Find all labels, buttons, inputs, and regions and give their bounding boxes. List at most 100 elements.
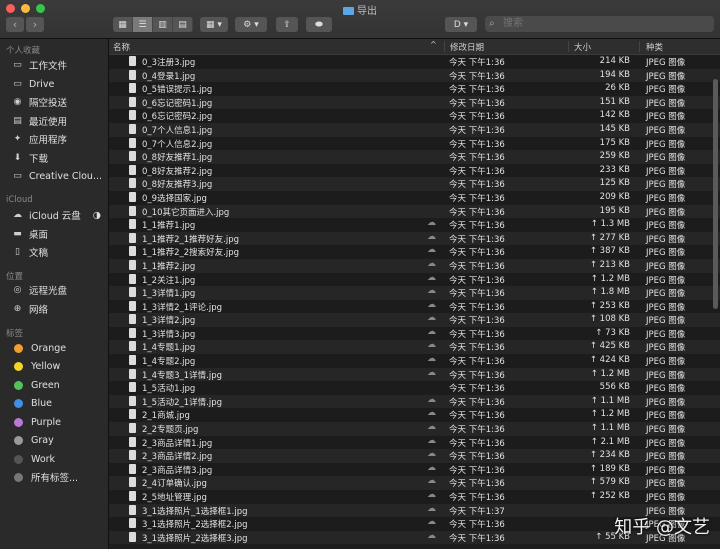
sidebar-item-airdrop[interactable]: ◉ 隔空投送 (12, 94, 67, 110)
file-size: ↑ 1.3 MB (590, 219, 630, 230)
sidebar-item-work-files[interactable]: ▭ 工作文件 (12, 57, 67, 73)
folder-icon: ▭ (13, 171, 22, 181)
sidebar-item-creative-cloud[interactable]: ▭ Creative Clou... (12, 168, 102, 184)
search-input[interactable] (501, 17, 705, 30)
file-date: 今天 下午1:36 (449, 193, 505, 204)
file-size: ↑ 1.8 MB (590, 287, 630, 298)
scrollbar[interactable] (713, 79, 718, 309)
gallery-view-button[interactable]: ▤ (173, 17, 193, 32)
file-date: 今天 下午1:37 (449, 506, 505, 517)
sidebar-all-tags[interactable]: 所有标签... (12, 469, 78, 485)
table-row[interactable]: 1_3详情2.jpg ☁ 今天 下午1:36 ↑ 108 KB JPEG 图像 (109, 313, 720, 327)
list-view-button[interactable]: ☰ (133, 17, 153, 32)
table-row[interactable]: 0_8好友推荐1.jpg 今天 下午1:36 259 KB JPEG 图像 (109, 150, 720, 164)
sidebar-item-recents[interactable]: ▤ 最近使用 (12, 113, 67, 129)
sidebar-item-downloads[interactable]: ⬇ 下载 (12, 150, 48, 166)
file-icon (129, 110, 136, 121)
tag-dot-icon (14, 454, 23, 464)
action-button[interactable]: ⚙ ▾ (235, 17, 267, 32)
file-name: 3_1选择照片_2选择框3.jpg (142, 533, 248, 544)
sidebar-item-documents[interactable]: ▯ 文稿 (12, 244, 48, 260)
tag-dot-icon (14, 472, 23, 482)
table-row[interactable]: 2_4订单确认.jpg ☁ 今天 下午1:36 ↑ 579 KB JPEG 图像 (109, 476, 720, 490)
table-row[interactable]: 0_8好友推荐2.jpg 今天 下午1:36 233 KB JPEG 图像 (109, 163, 720, 178)
table-row[interactable]: 1_3详情1.jpg ☁ 今天 下午1:36 ↑ 1.8 MB JPEG 图像 (109, 286, 720, 300)
file-size: ↑ 73 KB (595, 327, 630, 338)
sidebar-item-remote-disc[interactable]: ◎ 远程光盘 (12, 282, 67, 298)
table-row[interactable]: 0_9选择国家.jpg 今天 下午1:36 209 KB JPEG 图像 (109, 190, 720, 205)
sidebar-item-desktop[interactable]: ▬ 桌面 (12, 226, 48, 242)
file-date: 今天 下午1:36 (449, 357, 505, 368)
file-size: 194 KB (599, 69, 630, 80)
table-row[interactable]: 0_6忘记密码1.jpg 今天 下午1:36 151 KB JPEG 图像 (109, 95, 720, 110)
cloud-icon: ☁ (427, 354, 436, 365)
table-row[interactable]: 1_1推荐2_2搜索好友.jpg ☁ 今天 下午1:36 ↑ 387 KB JPEG 图… (109, 245, 720, 259)
table-row[interactable]: 0_7个人信息1.jpg 今天 下午1:36 145 KB JPEG 图像 (109, 122, 720, 137)
sidebar-tag-orange[interactable]: Orange (12, 340, 66, 356)
file-date: 今天 下午1:36 (449, 289, 505, 300)
sidebar-tag-gray[interactable]: Gray (12, 432, 54, 448)
column-divider[interactable] (444, 41, 445, 52)
table-row[interactable]: 1_1推荐1.jpg ☁ 今天 下午1:36 ↑ 1.3 MB JPEG 图像 (109, 218, 720, 232)
sidebar-tag-work[interactable]: Work (12, 451, 55, 467)
column-size[interactable]: 大小 (574, 41, 591, 53)
table-row[interactable]: 0_8好友推荐3.jpg 今天 下午1:36 125 KB JPEG 图像 (109, 177, 720, 191)
tag-dot-icon (14, 417, 23, 427)
cloud-icon: ☁ (427, 517, 436, 528)
sidebar-tag-green[interactable]: Green (12, 377, 60, 393)
table-row[interactable]: 2_2专题页.jpg ☁ 今天 下午1:36 ↑ 1.1 MB JPEG 图像 (109, 422, 720, 436)
sidebar-item-drive[interactable]: ▭ Drive (12, 76, 54, 92)
file-kind: JPEG 图像 (646, 180, 686, 191)
group-button[interactable]: ▦ ▾ (200, 17, 228, 32)
file-date: 今天 下午1:36 (449, 316, 505, 327)
table-row[interactable]: 1_5活动2_1详情.jpg ☁ 今天 下午1:36 ↑ 1.1 MB JPEG 图像 (109, 394, 720, 409)
table-row[interactable]: 1_4专题2.jpg ☁ 今天 下午1:36 ↑ 424 KB JPEG 图像 (109, 354, 720, 368)
file-name: 0_7个人信息1.jpg (142, 125, 213, 136)
icon-view-button[interactable]: ▦ (113, 17, 133, 32)
column-view-button[interactable]: ▥ (153, 17, 173, 32)
tag-button[interactable]: ⬬ (306, 17, 332, 32)
column-name[interactable]: 名称 (113, 41, 130, 53)
table-row[interactable]: 1_3详情2_1评论.jpg ☁ 今天 下午1:36 ↑ 253 KB JPEG 图像 (109, 299, 720, 314)
sidebar-tag-purple[interactable]: Purple (12, 414, 61, 430)
sidebar-tag-blue[interactable]: Blue (12, 395, 52, 411)
table-row[interactable]: 1_4专题3_1详情.jpg ☁ 今天 下午1:36 ↑ 1.2 MB JPEG 图像 (109, 367, 720, 382)
airdrop-icon: ◉ (13, 97, 22, 107)
sidebar-item-applications[interactable]: ✦ 应用程序 (12, 131, 67, 147)
table-row[interactable]: 1_2关注1.jpg ☁ 今天 下午1:36 ↑ 1.2 MB JPEG 图像 (109, 272, 720, 287)
forward-button[interactable]: › (26, 17, 44, 32)
table-row[interactable]: 0_7个人信息2.jpg 今天 下午1:36 175 KB JPEG 图像 (109, 136, 720, 151)
table-row[interactable]: 0_5错误提示1.jpg 今天 下午1:36 26 KB JPEG 图像 (109, 82, 720, 96)
file-kind: JPEG 图像 (646, 493, 686, 503)
table-row[interactable]: 2_3商品详情2.jpg ☁ 今天 下午1:36 ↑ 234 KB JPEG 图像 (109, 449, 720, 463)
table-row[interactable]: 1_1推荐2.jpg ☁ 今天 下午1:36 ↑ 213 KB JPEG 图像 (109, 258, 720, 273)
table-row[interactable]: 0_4登录1.jpg 今天 下午1:36 194 KB JPEG 图像 (109, 68, 720, 83)
table-row[interactable]: 2_3商品详情1.jpg ☁ 今天 下午1:36 ↑ 2.1 MB JPEG 图像 (109, 435, 720, 450)
sidebar-item-icloud-drive[interactable]: ☁ iCloud 云盘 ◑ (12, 207, 101, 223)
table-row[interactable]: 2_3商品详情3.jpg ☁ 今天 下午1:36 ↑ 189 KB JPEG 图像 (109, 462, 720, 477)
column-kind[interactable]: 种类 (646, 41, 663, 53)
search-field[interactable]: ⌕ (485, 16, 714, 32)
column-divider[interactable] (568, 41, 569, 52)
column-divider[interactable] (639, 41, 640, 52)
back-button[interactable]: ‹ (6, 17, 24, 32)
table-row[interactable]: 2_5地址管理.jpg ☁ 今天 下午1:36 ↑ 252 KB JPEG 图像 (109, 490, 720, 504)
table-row[interactable]: 1_1推荐2_1推荐好友.jpg ☁ 今天 下午1:36 ↑ 277 KB JPEG 图… (109, 231, 720, 246)
file-size: ↑ 213 KB (589, 259, 630, 270)
table-row[interactable]: 0_6忘记密码2.jpg 今天 下午1:36 142 KB JPEG 图像 (109, 109, 720, 123)
file-icon (129, 477, 136, 488)
file-size: 259 KB (599, 151, 630, 162)
sidebar-tag-yellow[interactable]: Yellow (12, 358, 60, 374)
table-row[interactable]: 2_1商城.jpg ☁ 今天 下午1:36 ↑ 1.2 MB JPEG 图像 (109, 408, 720, 423)
app-button[interactable]: D ▾ (445, 17, 477, 32)
table-row[interactable]: 0_3注册3.jpg 今天 下午1:36 214 KB JPEG 图像 (109, 55, 720, 69)
file-date: 今天 下午1:36 (449, 397, 505, 408)
sidebar-item-network[interactable]: ⊕ 网络 (12, 301, 48, 317)
table-row[interactable]: 1_3详情3.jpg ☁ 今天 下午1:36 ↑ 73 KB JPEG 图像 (109, 326, 720, 341)
column-date[interactable]: 修改日期 (450, 41, 484, 53)
table-row[interactable]: 0_10其它页面进入.jpg 今天 下午1:36 195 KB JPEG 图像 (109, 204, 720, 219)
file-kind: JPEG 图像 (646, 98, 686, 109)
table-row[interactable]: 1_4专题1.jpg ☁ 今天 下午1:36 ↑ 425 KB JPEG 图像 (109, 340, 720, 355)
table-row[interactable]: 1_5活动1.jpg 今天 下午1:36 556 KB JPEG 图像 (109, 381, 720, 395)
share-button[interactable]: ⇪ (276, 17, 298, 32)
